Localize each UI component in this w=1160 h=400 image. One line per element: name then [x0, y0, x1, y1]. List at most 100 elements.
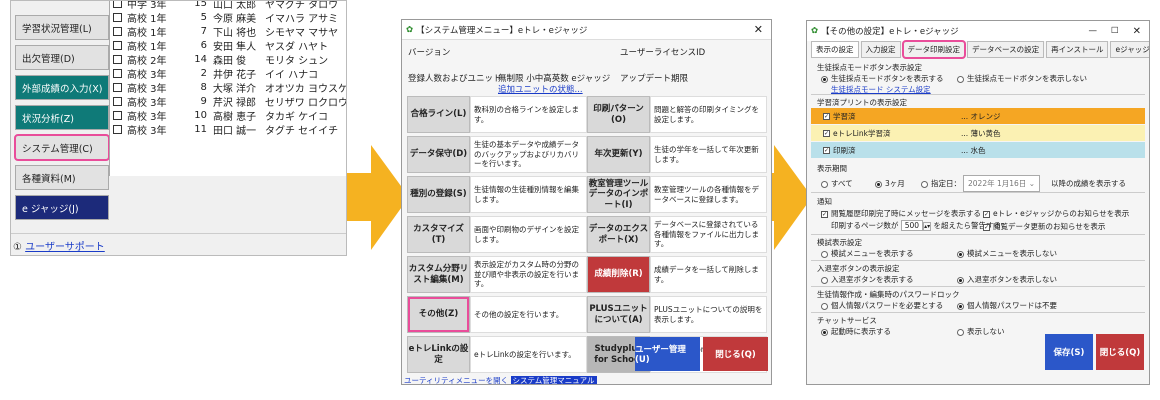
checkbox-icon[interactable] — [113, 54, 122, 64]
radio-option[interactable]: 生徒採点モードボタンを表示する — [821, 73, 944, 84]
radio-option[interactable]: 3ヶ月 — [875, 178, 905, 189]
menu-button[interactable]: 印刷パターン(O) — [587, 96, 650, 133]
checkbox-icon[interactable] — [113, 12, 122, 22]
units-link[interactable]: 追加ユニットの状態... — [498, 83, 583, 95]
nav-button[interactable]: 各種資料(M) — [15, 165, 109, 190]
menu-button[interactable]: PLUSユニットについて(A) — [587, 296, 650, 333]
student-row[interactable]: 高校 3年 2 井伊 花子 イイ ハナコ — [110, 66, 346, 81]
menu-button[interactable]: データ保守(D) — [407, 136, 470, 173]
band-printed[interactable]: ✓ 印刷済 ... 水色 — [811, 142, 1145, 158]
nav-button[interactable]: 状況分析(Z) — [15, 105, 109, 130]
page-count-input[interactable]: 500 — [900, 220, 924, 231]
settings-tab[interactable]: 表示の設定 — [811, 41, 859, 58]
checkbox-icon[interactable] — [113, 110, 122, 120]
student-class: 高校 3年 — [126, 83, 167, 95]
checkbox-icon[interactable] — [113, 40, 122, 50]
close-icon[interactable]: ✕ — [1133, 26, 1141, 37]
user-support-link[interactable]: ユーザーサポート — [25, 242, 105, 253]
checkbox-option[interactable]: ✓ 閲覧履歴印刷完了時にメッセージを表示する — [821, 208, 981, 219]
option-label: 入退室ボタンを表示する — [831, 275, 914, 284]
menu-button[interactable]: データのエクスポート(X) — [587, 216, 650, 253]
menu-description: 成績データを一括して削除します。 — [650, 256, 767, 293]
radio-option[interactable]: 表示しない — [957, 326, 1005, 337]
radio-option[interactable]: 個人情報パスワードは不要 — [957, 300, 1057, 311]
section-title: 学習済プリントの表示設定 — [817, 98, 907, 107]
student-row[interactable]: 高校 1年 6 安田 隼人 ヤスダ ハヤト — [110, 38, 346, 53]
save-button[interactable]: 保存(S) — [1045, 334, 1093, 370]
student-row[interactable]: 高校 3年 8 大塚 洋介 オオツカ ヨウスケ — [110, 80, 346, 95]
radio-option[interactable]: 起動時に表示する — [821, 326, 891, 337]
radio-icon — [821, 328, 828, 336]
student-row[interactable]: 高校 1年 5 今原 麻美 イマハラ アサミ — [110, 10, 346, 25]
band-link-learned[interactable]: ✓ eトレLink学習済 ... 薄い黄色 — [811, 125, 1145, 141]
radio-option[interactable]: 生徒採点モードボタンを表示しない — [957, 73, 1087, 84]
settings-tab[interactable]: 再インストール — [1046, 41, 1109, 58]
user-management-button[interactable]: ユーザー管理(U) — [635, 337, 700, 371]
student-row[interactable]: 高校 3年 11 田口 誠一 タグチ セイイチ — [110, 122, 346, 137]
manual-link[interactable]: システム管理マニュアル — [510, 376, 597, 384]
checkbox-icon[interactable] — [113, 96, 122, 106]
radio-option[interactable]: 指定日： — [921, 178, 961, 189]
radio-icon — [957, 250, 964, 258]
student-name: 井伊 花子 — [213, 69, 257, 81]
checkbox-option[interactable]: ✓ eトレ・eジャッジからのお知らせを表示 — [983, 208, 1129, 219]
band-learned[interactable]: ✓ 学習済 ... オレンジ — [811, 108, 1145, 124]
option-label: 入退室ボタンを表示しない — [967, 275, 1057, 284]
menu-button[interactable]: 種別の登録(S) — [407, 176, 470, 213]
radio-option[interactable]: 入退室ボタンを表示しない — [957, 274, 1057, 285]
student-row[interactable]: 高校 2年 14 森田 俊 モリタ シュン — [110, 52, 346, 67]
date-picker[interactable]: 2022年 1月16日 ⌄ — [963, 175, 1040, 192]
student-row[interactable]: 高校 3年 9 芹沢 禄郎 セリザワ ロクロウ — [110, 94, 346, 109]
nav-button[interactable]: 学習状況管理(L) — [15, 15, 109, 40]
settings-tab[interactable]: データ印刷設定 — [901, 40, 966, 59]
radio-option[interactable]: 入退室ボタンを表示する — [821, 274, 914, 285]
menu-description: 画面や印刷物のデザインを設定します。 — [470, 216, 587, 253]
menu-button[interactable]: 年次更新(Y) — [587, 136, 650, 173]
student-name: 下山 将也 — [213, 27, 257, 39]
nav-button[interactable]: e ジャッジ(J) — [15, 195, 109, 220]
utility-menu-link[interactable]: ユーティリティメニューを開く — [404, 376, 508, 384]
menu-button[interactable]: その他(Z) — [407, 296, 470, 333]
close-icon[interactable]: ✕ — [754, 23, 763, 36]
nav-button[interactable]: システム管理(C) — [14, 134, 110, 161]
option-label: 起動時に表示する — [831, 327, 891, 336]
menu-button[interactable]: 教室管理ツールデータのインポート(I) — [587, 176, 650, 213]
maximize-icon[interactable]: ☐ — [1111, 26, 1119, 36]
student-row[interactable]: 高校 3年 10 高樹 恵子 タカギ ケイコ — [110, 108, 346, 123]
checkbox-icon[interactable] — [113, 124, 122, 134]
menu-button[interactable]: eトレLinkの設定 — [407, 336, 470, 373]
radio-icon — [957, 75, 964, 83]
menu-button[interactable]: 成績削除(R) — [587, 256, 650, 293]
student-row[interactable]: 中学 3年 15 山口 太郎 ヤマグチ タロウ — [110, 1, 346, 11]
radio-option[interactable]: 模試メニューを表示しない — [957, 248, 1057, 259]
checkbox-icon[interactable] — [113, 68, 122, 78]
spinner-icon[interactable]: ▴▾ — [923, 222, 932, 231]
checkbox-option[interactable]: ✓ 閲覧データ更新のお知らせを表示 — [983, 221, 1105, 232]
settings-tab[interactable]: 入力設定 — [860, 41, 901, 58]
radio-option[interactable]: 個人情報パスワードを必要とする — [821, 300, 943, 311]
radio-option[interactable]: すべて — [821, 178, 853, 189]
menu-button[interactable]: 合格ライン(L) — [407, 96, 470, 133]
nav-button[interactable]: 出欠管理(D) — [15, 45, 109, 70]
student-kana: イマハラ アサミ — [265, 13, 339, 25]
version-label: バージョン — [408, 48, 451, 58]
student-class: 高校 2年 — [127, 55, 167, 67]
settings-tab[interactable]: eジャッジ設定 — [1110, 41, 1149, 58]
student-row[interactable]: 高校 1年 7 下山 将也 シモヤマ マサヤ — [110, 24, 346, 39]
main-nav: 学習状況管理(L) 出欠管理(D) 外部成績の入力(X) 状況分析(Z) システム管理(… — [14, 1, 110, 225]
band-color-name: ... 薄い黄色 — [961, 128, 1001, 138]
close-button[interactable]: 閉じる(Q) — [703, 337, 768, 371]
settings-tab[interactable]: データベースの設定 — [967, 41, 1045, 58]
menu-button[interactable]: カスタマイズ(T) — [407, 216, 470, 253]
checkbox-icon: ✓ — [983, 210, 990, 218]
minimize-icon[interactable]: — — [1088, 26, 1097, 36]
close-button[interactable]: 閉じる(Q) — [1096, 334, 1144, 370]
checkbox-icon[interactable] — [113, 1, 122, 8]
checkbox-icon[interactable] — [113, 82, 122, 92]
radio-option[interactable]: 模試メニューを表示する — [821, 248, 914, 259]
arrow-right-icon — [347, 145, 409, 250]
option-label: 模試メニューを表示しない — [967, 249, 1057, 258]
checkbox-icon[interactable] — [113, 26, 122, 36]
nav-button[interactable]: 外部成績の入力(X) — [15, 75, 109, 100]
menu-button[interactable]: カスタム分野リスト編集(M) — [407, 256, 470, 293]
